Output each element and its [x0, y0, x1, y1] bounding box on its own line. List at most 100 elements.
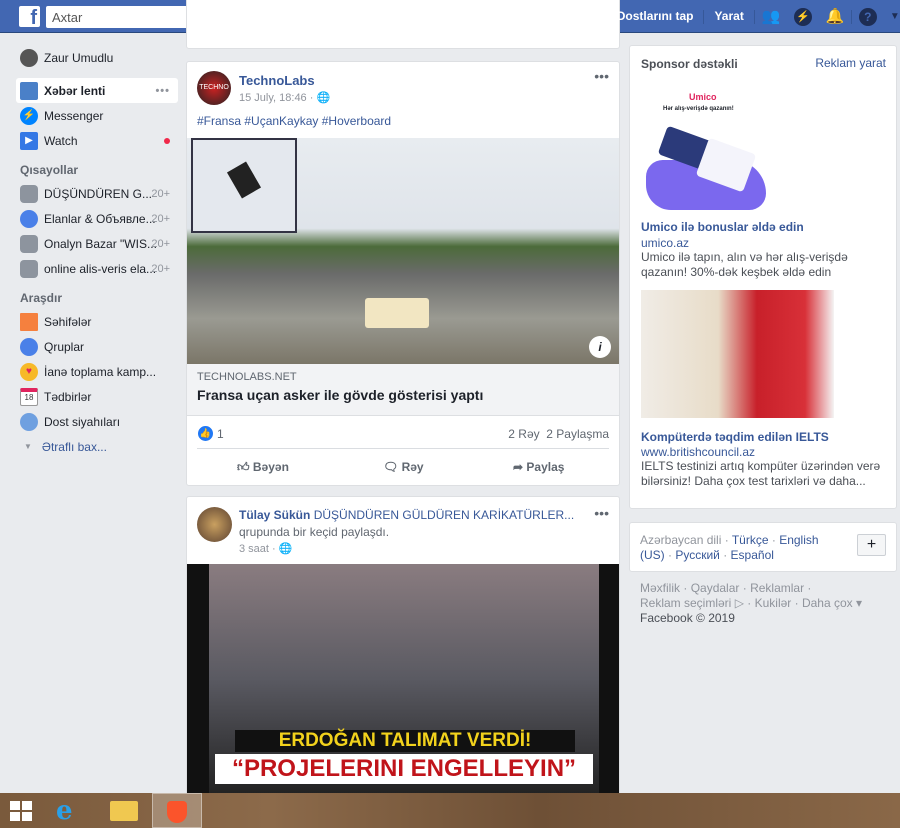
group-icon: [20, 184, 38, 203]
friend-requests-icon[interactable]: 👥: [762, 8, 781, 26]
link-title: Fransa uçan asker ile gövde gösterisi ya…: [197, 387, 484, 403]
link-preview-caption[interactable]: TECHNOLABS.NET Fransa uçan asker ile göv…: [187, 364, 619, 416]
language-panel: Azərbaycan dili · Türkçe · English (US) …: [629, 522, 897, 572]
label: Rəy: [401, 460, 424, 474]
sidebar-item-fundraisers[interactable]: ♥ İanə toplama kamp...: [16, 359, 178, 384]
footer-link[interactable]: Qaydalar: [691, 581, 740, 595]
post-time[interactable]: 15 July, 18:46: [239, 92, 307, 104]
news-feed-icon: [20, 81, 38, 100]
count: 20+: [151, 212, 170, 225]
avatar: [20, 48, 38, 67]
thumbs-up-icon: 👍︎: [237, 460, 250, 474]
ad-headline[interactable]: Umico ilə bonuslar əldə edin: [641, 220, 804, 234]
label: DÜŞÜNDÜREN G...: [44, 186, 153, 201]
sidebar-item-events[interactable]: 18 Tədbirlər: [16, 384, 178, 409]
reaction-count[interactable]: 1: [217, 427, 224, 441]
sidebar-item-groups[interactable]: Qruplar: [16, 334, 178, 359]
post-author[interactable]: Tülay Sükün: [239, 508, 310, 522]
group-link[interactable]: DÜŞÜNDÜREN GÜLDÜREN KARİKATÜRLER...: [314, 508, 574, 522]
post-time[interactable]: 3 saat: [239, 543, 269, 555]
calendar-icon: 18: [20, 387, 38, 406]
create-ad-link[interactable]: Reklam yarat: [815, 56, 886, 70]
info-icon[interactable]: i: [589, 336, 611, 358]
post-hashtags[interactable]: #Fransa #UçanKaykay #Hoverboard: [197, 114, 391, 128]
group-icon: [20, 209, 38, 228]
footer-link[interactable]: Daha çox: [802, 596, 853, 610]
image-caption-1: ERDOĞAN TALIMAT VERDİ!: [235, 730, 575, 752]
label: Messenger: [44, 108, 104, 123]
link-preview-image[interactable]: i: [187, 138, 619, 364]
chevron-down-icon: ▼: [24, 442, 32, 451]
left-sidebar: Zaur Umudlu Xəbər lenti ••• ⚡ Messenger ▶ W…: [16, 45, 178, 459]
sidebar-profile[interactable]: Zaur Umudlu: [16, 45, 178, 70]
windows-start-icon[interactable]: [10, 801, 32, 821]
profile-link[interactable]: Zaur: [477, 0, 518, 33]
help-icon[interactable]: ?: [858, 7, 877, 26]
share-button[interactable]: ➦ Paylaş: [513, 460, 564, 474]
shortcut-item[interactable]: Onalyn Bazar "WIS... 20+: [16, 231, 178, 256]
comment-button[interactable]: 🗨 Rəy: [383, 460, 424, 474]
share-count[interactable]: 2 Paylaşma: [546, 427, 609, 441]
link-domain: TECHNOLABS.NET: [197, 371, 297, 383]
messenger-icon[interactable]: ⚡: [793, 7, 812, 26]
ad-domain[interactable]: umico.az: [641, 236, 689, 250]
separator: [753, 9, 755, 24]
messenger-icon: ⚡: [20, 106, 38, 125]
page-avatar[interactable]: TECHNO: [197, 71, 231, 105]
internet-explorer-icon[interactable]: e: [56, 798, 82, 824]
separator: [850, 9, 852, 24]
find-friends-link[interactable]: Dostlarını tap: [607, 0, 704, 33]
sidebar-item-messenger[interactable]: ⚡ Messenger: [16, 103, 178, 128]
sidebar-item-pages[interactable]: Səhifələr: [16, 309, 178, 334]
shortcut-item[interactable]: Elanlar & Объявле... 20+: [16, 206, 178, 231]
explore-heading: Araşdır: [20, 291, 63, 305]
add-language-button[interactable]: +: [857, 534, 886, 556]
file-explorer-icon[interactable]: [110, 801, 138, 821]
footer-link[interactable]: Reklamlar: [750, 581, 804, 595]
chevron-down-icon[interactable]: ▼: [886, 8, 900, 26]
user-avatar[interactable]: [197, 507, 232, 542]
sponsored-panel: Sponsor dəstəkli Reklam yarat Umico Hər …: [629, 45, 897, 509]
like-button[interactable]: 👍︎ Bəyən: [237, 460, 289, 475]
footer-link[interactable]: Reklam seçimləri: [640, 596, 731, 610]
create-link[interactable]: Yarat: [704, 0, 753, 33]
label: Elanlar & Объявле...: [44, 211, 156, 226]
watch-icon: ▶: [20, 131, 38, 150]
post-author[interactable]: TechnoLabs: [239, 73, 315, 88]
header-nav: Zaur Əsas səhifə Dostlarını tap Yarat 👥 …: [457, 0, 900, 33]
ad-text: Umico ilə tapın, alın və hər alış-verişd…: [641, 250, 848, 279]
group-icon: [20, 259, 38, 278]
sidebar-item-news-feed[interactable]: Xəbər lenti •••: [16, 78, 178, 103]
brave-browser-taskbar-button[interactable]: [152, 793, 202, 828]
sidebar-item-watch[interactable]: ▶ Watch: [16, 128, 178, 153]
count: 20+: [151, 187, 170, 200]
language-link[interactable]: Русский: [675, 548, 720, 562]
sidebar-item-friend-lists[interactable]: Dost siyahıları: [16, 409, 178, 434]
ad-text: IELTS testinizi artıq kompüter üzərindən…: [641, 459, 881, 488]
shortcut-item[interactable]: online alis-veris ela... 20+: [16, 256, 178, 281]
comment-count[interactable]: 2 Rəy: [508, 427, 539, 441]
facebook-logo[interactable]: f: [19, 6, 40, 27]
footer-link[interactable]: Məxfilik: [640, 581, 680, 595]
shortcut-item[interactable]: DÜŞÜNDÜREN G... 20+: [16, 181, 178, 206]
post-image[interactable]: ERDOĞAN TALIMAT VERDİ! “PROJELERINI ENGE…: [187, 564, 619, 794]
footer-link[interactable]: Kukilər: [755, 596, 792, 610]
post-menu-icon[interactable]: •••: [594, 68, 609, 84]
brave-icon: [167, 801, 187, 823]
ielts-ad-image[interactable]: [641, 290, 834, 418]
more-options-icon[interactable]: •••: [155, 85, 170, 97]
see-more-link[interactable]: ▼ Ətraflı bax...: [16, 434, 178, 459]
language-link[interactable]: Türkçe: [732, 533, 769, 547]
language-link[interactable]: Español: [731, 548, 774, 562]
umico-ad-image[interactable]: Umico Hər alış-verişdə qazanın!: [641, 80, 771, 210]
ad-headline[interactable]: Kompüterdə təqdim edilən IELTS: [641, 430, 829, 444]
home-link[interactable]: Əsas səhifə: [519, 0, 606, 33]
post-technolabs: TECHNO TechnoLabs 15 July, 18:46 · 🌐 •••…: [186, 61, 620, 486]
ad-domain[interactable]: www.britishcouncil.az: [641, 445, 755, 459]
label: Ətraflı bax...: [41, 439, 107, 454]
flag-icon: [20, 312, 38, 331]
post-menu-icon[interactable]: •••: [594, 505, 609, 521]
notifications-icon[interactable]: 🔔: [826, 8, 845, 26]
like-reaction-icon: 👍: [198, 426, 213, 441]
inset-image: [191, 138, 297, 233]
